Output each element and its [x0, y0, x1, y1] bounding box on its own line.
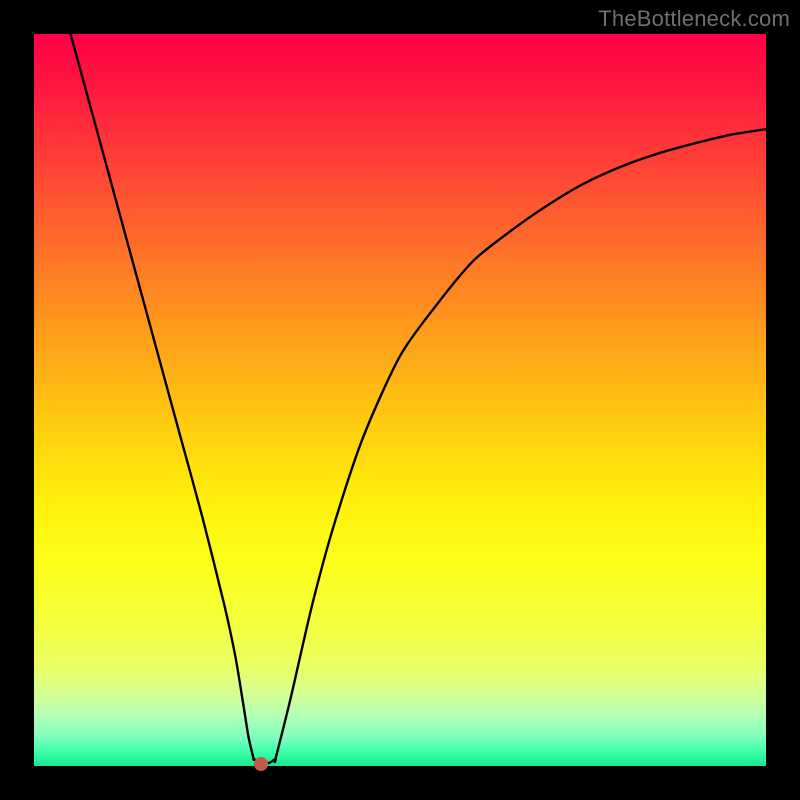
optimal-point-marker: [254, 757, 268, 771]
chart-frame: TheBottleneck.com: [0, 0, 800, 800]
watermark-text: TheBottleneck.com: [598, 6, 790, 32]
bottleneck-curve: [34, 34, 766, 766]
plot-area: [34, 34, 766, 766]
